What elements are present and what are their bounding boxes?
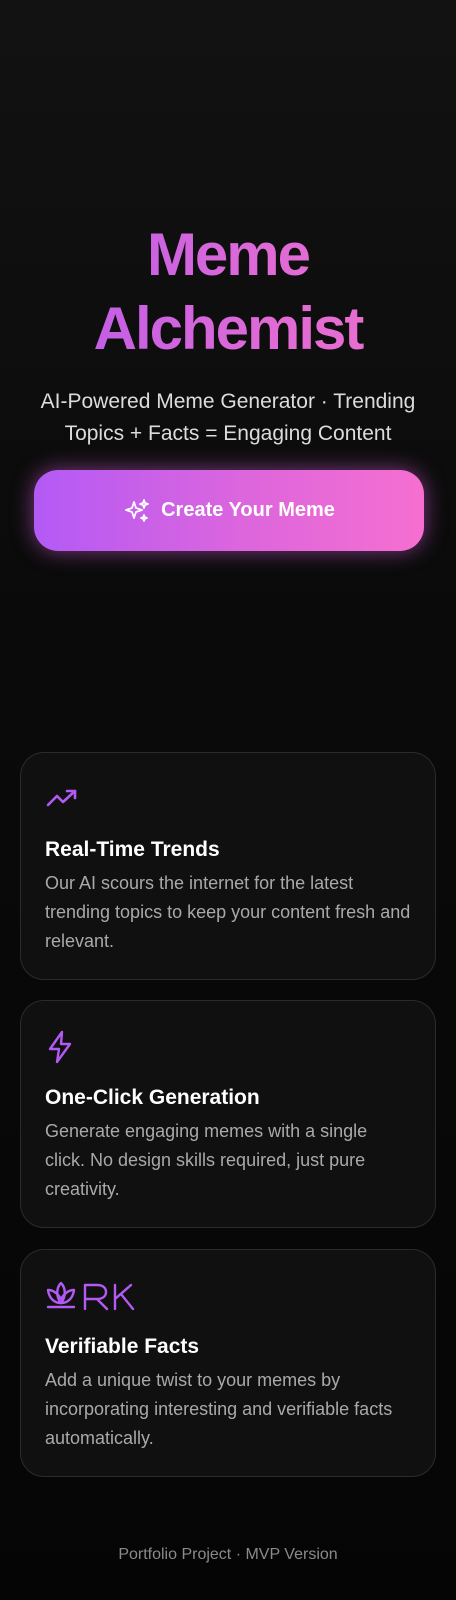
title-line-2: Alchemist [93, 295, 363, 362]
lotus-icon [45, 1280, 411, 1312]
sparkles-icon [123, 497, 151, 525]
create-meme-button[interactable]: Create Your Meme [34, 470, 424, 551]
create-meme-label: Create Your Meme [161, 499, 335, 521]
lightning-bolt-icon [45, 1030, 411, 1064]
feature-title: Verifiable Facts [45, 1335, 200, 1358]
feature-card-facts: Verifiable Facts Add a unique twist to y… [20, 1249, 436, 1477]
feature-card-generation: One-Click Generation Generate engaging m… [20, 1000, 436, 1228]
footer-text: Portfolio Project · MVP Version [118, 1546, 338, 1563]
hero-subtitle: AI-Powered Meme Generator · Trending Top… [40, 390, 416, 445]
hero-section: Meme Alchemist AI-Powered Meme Generator… [0, 218, 456, 450]
feature-title: Real-Time Trends [45, 838, 220, 861]
feature-description: Generate engaging memes with a single cl… [45, 1121, 368, 1199]
feature-description: Add a unique twist to your memes by inco… [45, 1370, 393, 1448]
app-title: Meme Alchemist [0, 218, 456, 366]
feature-title: One-Click Generation [45, 1086, 260, 1109]
trending-up-icon [45, 783, 411, 815]
title-line-1: Meme [146, 221, 310, 288]
landing-page: Meme Alchemist AI-Powered Meme Generator… [0, 0, 456, 1600]
feature-description: Our AI scours the internet for the lates… [45, 873, 411, 951]
feature-card-trends: Real-Time Trends Our AI scours the inter… [20, 752, 436, 980]
